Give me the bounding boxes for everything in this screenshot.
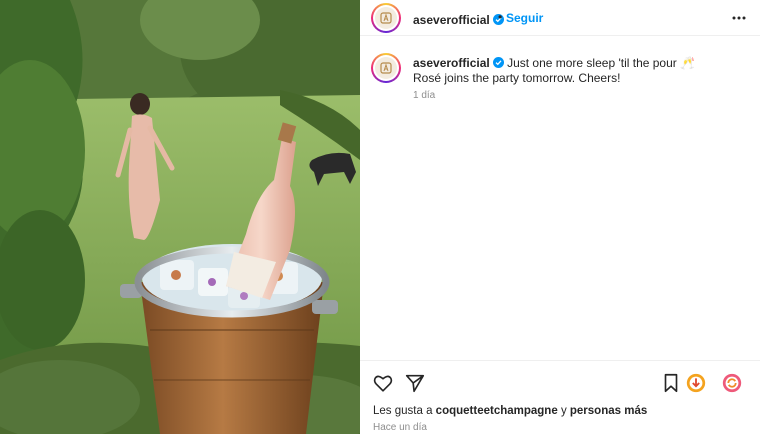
verified-badge-icon bbox=[492, 57, 504, 68]
caption-emoji: 🥂 bbox=[680, 56, 696, 70]
likes-user-link[interactable]: coquetteetchampagne bbox=[436, 405, 558, 417]
likes-middle: y bbox=[560, 405, 567, 417]
header-username[interactable]: aseverofficial bbox=[413, 13, 490, 27]
likes-others-link[interactable]: personas más bbox=[570, 405, 647, 417]
extension-download-icon[interactable] bbox=[685, 372, 707, 394]
post-detail-panel: aseverofficial • Seguir aseverofficial J… bbox=[360, 0, 760, 434]
caption-text: aseverofficial Just one more sleep 'til … bbox=[413, 56, 743, 86]
likes-prefix: Les gusta a bbox=[373, 405, 433, 417]
caption-line-1: Just one more sleep 'til the pour bbox=[507, 56, 677, 70]
brand-logo-icon bbox=[380, 62, 392, 74]
header-username-wrap: aseverofficial bbox=[413, 11, 504, 29]
caption-timestamp[interactable]: 1 día bbox=[413, 90, 435, 101]
bookmark-icon[interactable] bbox=[660, 372, 682, 394]
heart-icon[interactable] bbox=[372, 372, 394, 394]
post-timestamp[interactable]: Hace un día bbox=[373, 422, 427, 433]
extension-sync-icon[interactable] bbox=[721, 372, 743, 394]
brand-logo-icon bbox=[380, 12, 392, 24]
follow-button[interactable]: Seguir bbox=[506, 11, 543, 25]
avatar[interactable] bbox=[371, 3, 401, 33]
post-image[interactable] bbox=[0, 0, 360, 434]
post-header: aseverofficial • Seguir bbox=[360, 0, 760, 36]
post-actions: Les gusta a coquetteetchampagne y person… bbox=[360, 360, 760, 434]
header-separator: • bbox=[498, 10, 503, 24]
likes-summary: Les gusta a coquetteetchampagne y person… bbox=[373, 405, 647, 417]
caption-avatar[interactable] bbox=[371, 53, 401, 83]
caption-line-2: Rosé joins the party tomorrow. Cheers! bbox=[413, 71, 621, 85]
more-horizontal-icon[interactable] bbox=[731, 10, 747, 26]
send-icon[interactable] bbox=[404, 372, 426, 394]
caption-username[interactable]: aseverofficial bbox=[413, 56, 490, 70]
post-photo-illustration bbox=[0, 0, 360, 434]
